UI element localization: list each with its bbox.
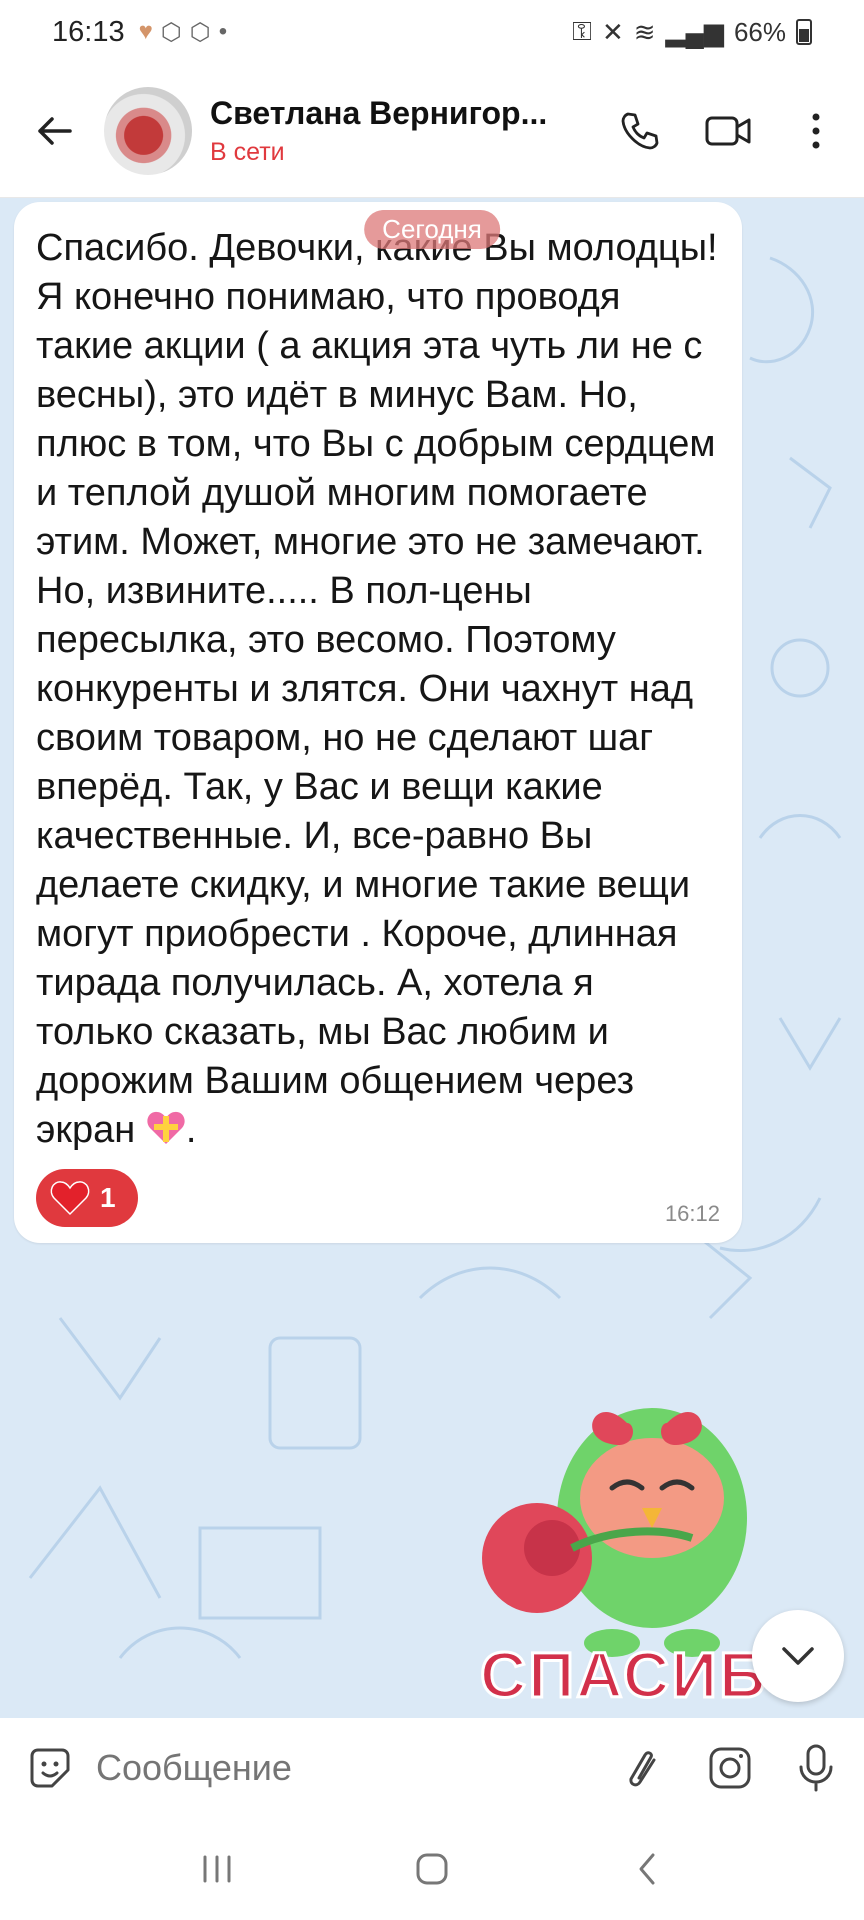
box-notification-icon: ⬡ <box>160 18 182 46</box>
contact-info[interactable]: Светлана Вернигор... В сети <box>210 95 570 167</box>
message-text: Спасибо. Девочки, какие Вы молодцы! Я ко… <box>36 224 720 1155</box>
reaction-count: 1 <box>100 1182 116 1213</box>
recent-apps-icon <box>203 1855 231 1883</box>
video-call-button[interactable] <box>698 101 758 161</box>
back-nav-button[interactable] <box>617 1839 677 1899</box>
sticker-button[interactable] <box>22 1740 78 1796</box>
status-time: 16:13 <box>52 15 125 48</box>
back-arrow-icon <box>38 116 72 145</box>
battery-icon <box>796 19 812 45</box>
phone-icon <box>621 112 659 149</box>
message-body: Спасибо. Девочки, какие Вы молодцы! Я ко… <box>36 227 718 1151</box>
camera-button[interactable] <box>704 1740 756 1796</box>
message-footer: 1 16:12 <box>36 1169 720 1227</box>
mic-icon <box>799 1744 833 1792</box>
chat-area[interactable]: Спасибо. Девочки, какие Вы молодцы! Я ко… <box>0 198 864 1718</box>
sticker-icon <box>30 1748 70 1788</box>
call-button[interactable] <box>610 101 670 161</box>
home-button[interactable] <box>402 1839 462 1899</box>
reaction-badge[interactable]: 1 <box>36 1169 138 1227</box>
camera-icon <box>709 1747 751 1789</box>
recent-apps-button[interactable] <box>187 1839 247 1899</box>
back-button[interactable] <box>24 101 84 161</box>
gift-heart-emoji <box>147 1111 185 1144</box>
message-end: . <box>185 1109 197 1151</box>
avatar[interactable] <box>104 86 192 175</box>
notification-icons: ♥ ⬡ ⬡ • <box>139 18 228 47</box>
chat-header: Светлана Вернигор... В сети <box>0 64 864 198</box>
attach-icon <box>629 1751 656 1787</box>
message-time: 16:12 <box>664 1201 720 1226</box>
video-icon <box>705 116 751 145</box>
back-nav-icon <box>639 1853 655 1885</box>
system-icons: ⚿ ✕ ≋ ▂▄▆ 66% <box>572 16 812 48</box>
chevron-down-icon <box>782 1647 814 1665</box>
heart-reaction-icon <box>50 1181 90 1216</box>
wifi-icon: ≋ <box>633 16 656 47</box>
dot-icon: • <box>218 18 228 45</box>
heart-notification-icon: ♥ <box>138 18 153 45</box>
mute-icon: ✕ <box>601 16 624 47</box>
date-chip: Сегодня <box>364 210 500 249</box>
voice-button[interactable] <box>790 1740 842 1796</box>
home-icon <box>416 1853 448 1885</box>
system-navigation-bar <box>0 1818 864 1920</box>
composer-actions <box>618 1740 842 1796</box>
message-bubble[interactable]: Спасибо. Девочки, какие Вы молодцы! Я ко… <box>14 202 742 1243</box>
more-vert-icon <box>812 113 820 148</box>
header-actions <box>610 101 846 161</box>
battery-level: 66% <box>733 16 786 47</box>
message-composer <box>0 1718 864 1818</box>
status-bar: 16:13 ♥ ⬡ ⬡ • ⚿ ✕ ≋ ▂▄▆ 66% <box>0 0 864 64</box>
key-icon: ⚿ <box>572 16 592 46</box>
online-status: В сети <box>210 137 285 166</box>
box-notification-icon-2: ⬡ <box>189 18 211 46</box>
contact-name: Светлана Вернигор... <box>210 94 548 131</box>
message-input[interactable] <box>96 1747 566 1789</box>
attach-button[interactable] <box>618 1740 670 1796</box>
signal-icon: ▂▄▆ <box>665 16 724 47</box>
scroll-down-button[interactable] <box>752 1610 844 1702</box>
more-options-button[interactable] <box>786 101 846 161</box>
